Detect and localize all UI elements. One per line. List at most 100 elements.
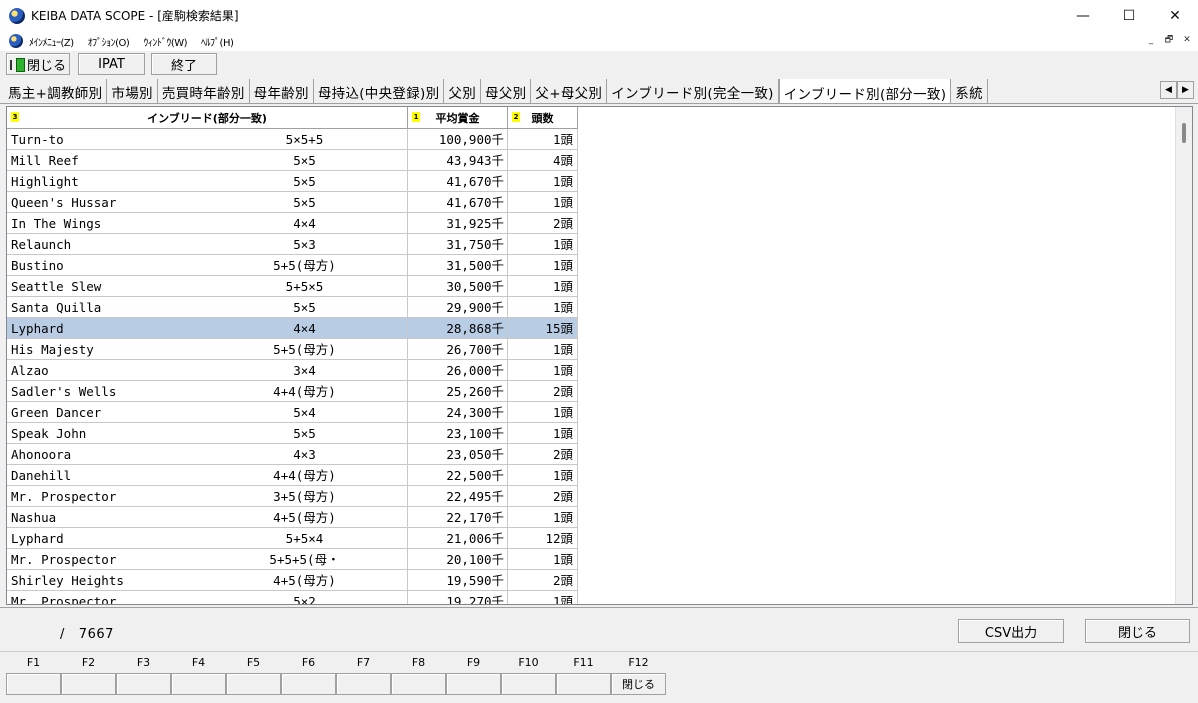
table-row[interactable]: Alzao 3×4 26,000千 1頭 [7, 360, 578, 381]
table-row[interactable]: Santa Quilla 5×5 29,900千 1頭 [7, 297, 578, 318]
cell-avg-prize: 31,925千 [408, 213, 508, 234]
table-row[interactable]: Speak John 5×5 23,100千 1頭 [7, 423, 578, 444]
cell-avg-prize: 29,900千 [408, 297, 508, 318]
table-row[interactable]: Turn-to 5×5+5 100,900千 1頭 [7, 129, 578, 150]
pager-total: 7667 [78, 627, 114, 642]
tab-item[interactable]: インブリード別(部分一致) [778, 79, 952, 103]
function-key-bar: F1 F2 F3 F4 F5 F6 F7 F8 F9 F10 F11 F12 閉じる [0, 651, 1198, 703]
menu-main[interactable]: ﾒｲﾝﾒﾆｭｰ(Z) [29, 34, 74, 49]
menu-help[interactable]: ﾍﾙﾌﾟ(H) [201, 34, 234, 49]
tab-item[interactable]: 市場別 [107, 79, 158, 103]
cell-avg-prize: 30,500千 [408, 276, 508, 297]
cell-cross: 4×4 [267, 318, 408, 339]
tab-scroll-right-icon[interactable]: ▶ [1177, 81, 1194, 99]
header-count[interactable]: 2 頭数 [508, 107, 578, 129]
fkey-button[interactable] [556, 673, 611, 695]
header-prize[interactable]: 1 平均賞金 [408, 107, 508, 129]
cell-cross: 5×2 [267, 591, 408, 604]
table-row[interactable]: Lyphard 5+5×4 21,006千 12頭 [7, 528, 578, 549]
cell-cross: 4+5(母方) [267, 507, 408, 528]
cell-count: 1頭 [508, 129, 578, 150]
tab-item[interactable]: 馬主+調教師別 [4, 79, 108, 103]
cell-count: 1頭 [508, 255, 578, 276]
cell-count: 2頭 [508, 570, 578, 591]
fkey-button[interactable] [6, 673, 61, 695]
fkey-label: F10 [518, 656, 539, 669]
tab-scroll-controls: ◀ ▶ [1160, 81, 1194, 99]
vertical-scrollbar[interactable] [1175, 107, 1192, 604]
fkey-button[interactable]: 閉じる [611, 673, 666, 695]
table-row[interactable]: His Majesty 5+5(母方) 26,700千 1頭 [7, 339, 578, 360]
status-area: / 7667 CSV出力 閉じる [0, 607, 1198, 649]
fkey-button[interactable] [501, 673, 556, 695]
mdi-minimize-button[interactable]: _ [1144, 33, 1158, 47]
menu-options[interactable]: ｵﾌﾟｼｮﾝ(O) [88, 34, 130, 49]
table-row[interactable]: Mr. Prospector 5+5+5(母・ 20,100千 1頭 [7, 549, 578, 570]
fkey-label: F3 [136, 656, 151, 669]
tab-item[interactable]: 父+母父別 [531, 79, 608, 103]
toolbar-close-button[interactable]: 閉じる [6, 53, 70, 75]
cell-cross: 5+5+5(母・ [267, 549, 408, 570]
fkey-button[interactable] [391, 673, 446, 695]
table-row[interactable]: Mill Reef 5×5 43,943千 4頭 [7, 150, 578, 171]
table-row[interactable]: Danehill 4+4(母方) 22,500千 1頭 [7, 465, 578, 486]
scrollbar-thumb[interactable] [1182, 123, 1186, 143]
table-row[interactable]: Mr. Prospector 5×2 19,270千 1頭 [7, 591, 578, 604]
mdi-close-button[interactable]: ✕ [1180, 33, 1194, 47]
cell-count: 1頭 [508, 423, 578, 444]
table-row[interactable]: Ahonoora 4×3 23,050千 2頭 [7, 444, 578, 465]
mdi-restore-button[interactable]: 🗗 [1162, 33, 1176, 47]
window-controls: — ☐ ✕ [1060, 0, 1198, 31]
sort-order-badge: 1 [412, 112, 420, 122]
table-row[interactable]: Queen's Hussar 5×5 41,670千 1頭 [7, 192, 578, 213]
table-row[interactable]: Mr. Prospector 3+5(母方) 22,495千 2頭 [7, 486, 578, 507]
tab-item[interactable]: インブリード別(完全一致) [607, 79, 779, 103]
cell-cross: 5+5×5 [267, 276, 408, 297]
cell-avg-prize: 21,006千 [408, 528, 508, 549]
tab-list: 馬主+調教師別 市場別 売買時年齢別 母年齢別 母持込(中央登録)別 父別 母父別 父+母父別… [4, 79, 988, 103]
table-row[interactable]: Lyphard 4×4 28,868千 15頭 [7, 318, 578, 339]
table-row[interactable]: Shirley Heights 4+5(母方) 19,590千 2頭 [7, 570, 578, 591]
cell-count: 1頭 [508, 549, 578, 570]
fkey-label: F5 [246, 656, 261, 669]
ipat-button[interactable]: IPAT [78, 53, 145, 75]
fkey-button[interactable] [336, 673, 391, 695]
table-row[interactable]: Seattle Slew 5+5×5 30,500千 1頭 [7, 276, 578, 297]
window-title: KEIBA DATA SCOPE - [産駒検索結果] [31, 9, 239, 23]
tab-item[interactable]: 父別 [444, 79, 481, 103]
cell-count: 1頭 [508, 507, 578, 528]
mdi-child-icon[interactable] [9, 34, 23, 48]
table-row[interactable]: Bustino 5+5(母方) 31,500千 1頭 [7, 255, 578, 276]
fkey-button[interactable] [226, 673, 281, 695]
table-row[interactable]: Sadler's Wells 4+4(母方) 25,260千 2頭 [7, 381, 578, 402]
tab-item[interactable]: 系統 [951, 79, 988, 103]
cell-count: 12頭 [508, 528, 578, 549]
close-button[interactable]: 閉じる [1085, 619, 1190, 643]
table-row[interactable]: In The Wings 4×4 31,925千 2頭 [7, 213, 578, 234]
fkey-label: F7 [356, 656, 371, 669]
exit-button[interactable]: 終了 [151, 53, 217, 75]
table-row[interactable]: Nashua 4+5(母方) 22,170千 1頭 [7, 507, 578, 528]
maximize-button[interactable]: ☐ [1106, 0, 1152, 31]
tab-scroll-left-icon[interactable]: ◀ [1160, 81, 1177, 99]
cell-count: 1頭 [508, 360, 578, 381]
tab-item[interactable]: 母父別 [481, 79, 532, 103]
menu-window[interactable]: ｳｨﾝﾄﾞｳ(W) [143, 34, 187, 49]
table-row[interactable]: Green Dancer 5×4 24,300千 1頭 [7, 402, 578, 423]
fkey-button[interactable] [116, 673, 171, 695]
table-row[interactable]: Relaunch 5×3 31,750千 1頭 [7, 234, 578, 255]
header-inbreed[interactable]: 3 インブリード(部分一致) [7, 107, 408, 129]
minimize-button[interactable]: — [1060, 0, 1106, 31]
fkey-button[interactable] [281, 673, 336, 695]
close-window-button[interactable]: ✕ [1152, 0, 1198, 31]
tab-item[interactable]: 売買時年齢別 [158, 79, 250, 103]
fkey-button[interactable] [446, 673, 501, 695]
tab-item[interactable]: 母持込(中央登録)別 [314, 79, 445, 103]
cell-count: 1頭 [508, 234, 578, 255]
tab-item[interactable]: 母年齢別 [250, 79, 314, 103]
fkey-button[interactable] [171, 673, 226, 695]
fkey-button[interactable] [61, 673, 116, 695]
cell-avg-prize: 25,260千 [408, 381, 508, 402]
table-row[interactable]: Highlight 5×5 41,670千 1頭 [7, 171, 578, 192]
csv-export-button[interactable]: CSV出力 [958, 619, 1064, 643]
